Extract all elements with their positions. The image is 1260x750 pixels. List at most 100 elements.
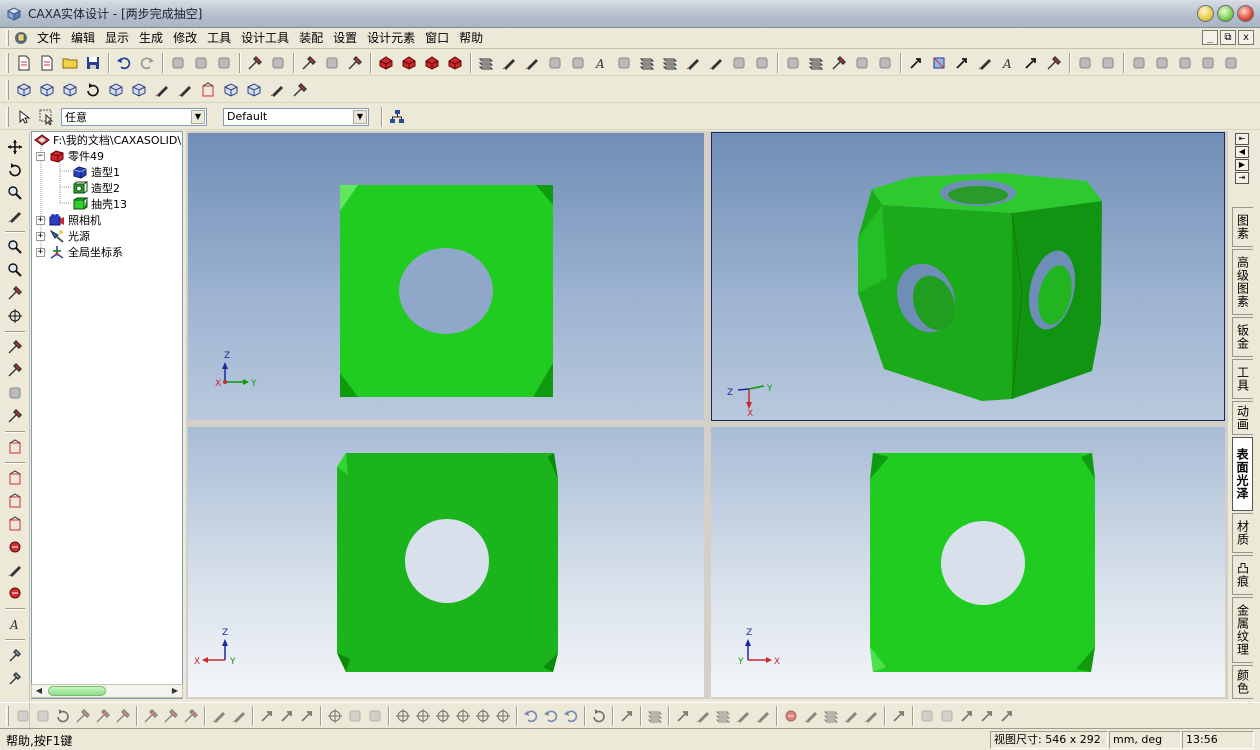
sweep-icon[interactable] bbox=[421, 52, 443, 74]
blend-icon[interactable] bbox=[544, 52, 566, 74]
menu-grip[interactable] bbox=[6, 30, 9, 46]
menu-window[interactable]: 窗口 bbox=[420, 29, 454, 48]
color-wheel-icon[interactable] bbox=[4, 582, 26, 604]
tree-item-feature-3[interactable]: 抽壳13 bbox=[72, 196, 127, 212]
camera-follow-icon[interactable] bbox=[4, 336, 26, 358]
undo-icon[interactable] bbox=[113, 52, 135, 74]
look-at-icon[interactable] bbox=[4, 305, 26, 327]
redo-icon[interactable] bbox=[136, 52, 158, 74]
toolbar-grip[interactable] bbox=[6, 705, 9, 726]
tab-last-icon[interactable]: ⇥ bbox=[1235, 172, 1249, 184]
viewport-side[interactable]: Z X Y bbox=[188, 427, 704, 697]
select-filter-icon[interactable] bbox=[36, 106, 58, 128]
chevron-down-icon[interactable]: ▼ bbox=[353, 109, 367, 124]
spline-icon[interactable] bbox=[151, 79, 173, 101]
view-point-icon[interactable] bbox=[4, 282, 26, 304]
tool-extra-icon-24[interactable] bbox=[1128, 52, 1150, 74]
tree-item-feature-2[interactable]: 造型2 bbox=[72, 180, 120, 196]
expand-icon[interactable]: + bbox=[36, 231, 45, 241]
rectangle-icon[interactable] bbox=[4, 490, 26, 512]
tab-4[interactable]: 动画 bbox=[1232, 401, 1253, 435]
wedge-icon[interactable] bbox=[128, 79, 150, 101]
tool-extra-icon-10[interactable] bbox=[851, 52, 873, 74]
minimize-button[interactable] bbox=[1197, 5, 1214, 22]
scroll-left-icon[interactable]: ◀ bbox=[33, 686, 45, 696]
scrollbar-thumb[interactable] bbox=[48, 686, 106, 696]
tool-extra-icon-16[interactable] bbox=[974, 52, 996, 74]
tool-extra-icon-4[interactable] bbox=[728, 52, 750, 74]
filter-select[interactable]: 任意 ▼ bbox=[61, 107, 207, 126]
tree-item-lights[interactable]: + 光源 bbox=[36, 228, 90, 244]
tab-first-icon[interactable]: ⇤ bbox=[1235, 133, 1249, 145]
tree-item-part[interactable]: − 零件49 bbox=[36, 148, 104, 164]
mdi-close-button[interactable]: x bbox=[1238, 30, 1254, 45]
help-pointer-icon[interactable] bbox=[267, 52, 289, 74]
tool-extra-icon-7[interactable] bbox=[782, 52, 804, 74]
tree-item-global-coords[interactable]: + 全局坐标系 bbox=[36, 244, 123, 260]
chevron-down-icon[interactable]: ▼ bbox=[191, 109, 205, 124]
toolbar-grip[interactable] bbox=[6, 106, 9, 127]
zoom-fit-icon[interactable] bbox=[4, 259, 26, 281]
tool-icon-23[interactable]: A bbox=[590, 52, 612, 74]
menu-design-tools[interactable]: 设计工具 bbox=[236, 29, 294, 48]
scene-icon[interactable] bbox=[321, 52, 343, 74]
toolbar-grip[interactable] bbox=[6, 79, 9, 100]
mdi-restore-button[interactable]: ⧉ bbox=[1220, 30, 1236, 45]
tab-3[interactable]: 工具 bbox=[1232, 359, 1253, 399]
align-icon[interactable] bbox=[266, 79, 288, 101]
camera-zoom-icon[interactable] bbox=[4, 405, 26, 427]
viewport-front[interactable]: Z X Y bbox=[188, 133, 704, 420]
tab-2[interactable]: 钣金 bbox=[1232, 317, 1253, 357]
tab-1[interactable]: 高级图素 bbox=[1232, 249, 1253, 315]
edit-icon[interactable] bbox=[4, 436, 26, 458]
menu-view[interactable]: 显示 bbox=[100, 29, 134, 48]
tab-9[interactable]: 颜色 bbox=[1232, 665, 1253, 699]
tool-extra-icon-1[interactable] bbox=[659, 52, 681, 74]
tool-extra-icon-15[interactable] bbox=[951, 52, 973, 74]
text-icon[interactable] bbox=[475, 52, 497, 74]
save-icon[interactable] bbox=[82, 52, 104, 74]
camera-move-icon[interactable] bbox=[4, 359, 26, 381]
tool-extra-icon-14[interactable] bbox=[928, 52, 950, 74]
tool-extra-icon-2[interactable] bbox=[682, 52, 704, 74]
cylinder-icon[interactable] bbox=[36, 79, 58, 101]
viewport-top[interactable]: Z Y X bbox=[711, 427, 1225, 697]
tab-prev-icon[interactable]: ◀ bbox=[1235, 146, 1249, 158]
new-part-icon[interactable] bbox=[13, 52, 35, 74]
tab-7[interactable]: 凸痕 bbox=[1232, 555, 1253, 595]
tab-8[interactable]: 金属纹理 bbox=[1232, 597, 1253, 663]
zoom-window-icon[interactable] bbox=[4, 236, 26, 258]
select-arrow-icon[interactable] bbox=[13, 106, 35, 128]
pan-icon[interactable] bbox=[190, 52, 212, 74]
menu-file[interactable]: 文件 bbox=[32, 29, 66, 48]
eyedropper-icon[interactable] bbox=[4, 644, 26, 666]
revolve-icon[interactable] bbox=[398, 52, 420, 74]
menu-assembly[interactable]: 装配 bbox=[294, 29, 328, 48]
extrude-icon[interactable] bbox=[375, 52, 397, 74]
text-icon[interactable]: A bbox=[4, 613, 26, 635]
bounding-box-icon[interactable] bbox=[4, 513, 26, 535]
expand-icon[interactable]: + bbox=[36, 247, 45, 257]
tool-extra-icon-8[interactable] bbox=[805, 52, 827, 74]
torus-icon[interactable] bbox=[105, 79, 127, 101]
tree-horizontal-scrollbar[interactable]: ◀ ▶ bbox=[31, 684, 183, 698]
mirror-icon[interactable] bbox=[197, 79, 219, 101]
scale-icon[interactable] bbox=[243, 79, 265, 101]
mdi-minimize-button[interactable]: _ bbox=[1202, 30, 1218, 45]
dynamic-zoom-icon[interactable] bbox=[4, 182, 26, 204]
tool-extra-icon-13[interactable] bbox=[905, 52, 927, 74]
sphere-icon[interactable] bbox=[82, 79, 104, 101]
tab-next-icon[interactable]: ▶ bbox=[1235, 159, 1249, 171]
style-select[interactable]: Default ▼ bbox=[223, 107, 369, 126]
section-icon[interactable] bbox=[498, 52, 520, 74]
tool-extra-icon-22[interactable] bbox=[1097, 52, 1119, 74]
tool-extra-icon-0[interactable] bbox=[636, 52, 658, 74]
new-drawing-icon[interactable] bbox=[36, 52, 58, 74]
lights-icon[interactable] bbox=[298, 52, 320, 74]
tool-extra-icon-5[interactable] bbox=[751, 52, 773, 74]
tree-item-feature-1[interactable]: 造型1 bbox=[72, 164, 120, 180]
menu-settings[interactable]: 设置 bbox=[328, 29, 362, 48]
scroll-right-icon[interactable]: ▶ bbox=[169, 686, 181, 696]
menu-modify[interactable]: 修改 bbox=[168, 29, 202, 48]
sketch-icon[interactable] bbox=[4, 467, 26, 489]
